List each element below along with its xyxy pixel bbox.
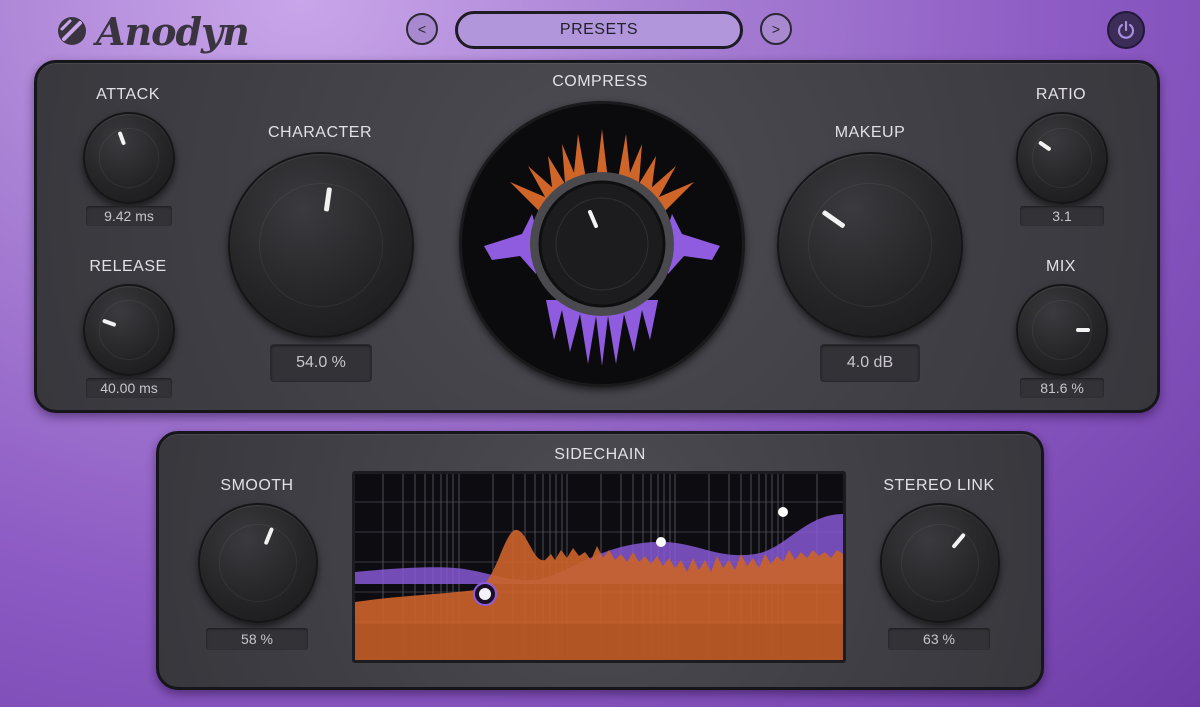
- ratio-knob[interactable]: [1016, 112, 1108, 204]
- prev-preset-button[interactable]: <: [406, 13, 438, 45]
- sidechain-label: SIDECHAIN: [554, 446, 646, 463]
- sidechain-eq-display[interactable]: [352, 471, 846, 663]
- power-button[interactable]: [1107, 11, 1145, 49]
- ratio-value[interactable]: 3.1: [1020, 206, 1104, 226]
- compress-meter-graphic: [484, 129, 720, 366]
- character-label: CHARACTER: [267, 124, 373, 141]
- smooth-value[interactable]: 58 %: [206, 628, 308, 650]
- brand-name: Anodyn: [96, 8, 250, 54]
- character-knob[interactable]: [228, 152, 414, 338]
- presets-label: PRESETS: [559, 21, 639, 38]
- power-icon: [1117, 20, 1135, 39]
- brand-logo: Anodyn: [56, 8, 250, 54]
- chevron-right-icon: >: [771, 21, 781, 37]
- release-knob[interactable]: [83, 284, 175, 376]
- makeup-label: MAKEUP: [834, 124, 906, 141]
- stereo-link-label: STEREO LINK: [883, 477, 995, 494]
- makeup-knob[interactable]: [777, 152, 963, 338]
- chevron-left-icon: <: [417, 21, 427, 37]
- ratio-label: RATIO: [1035, 86, 1087, 103]
- logo-icon: [58, 17, 86, 45]
- presets-selector[interactable]: PRESETS: [455, 11, 743, 49]
- release-value[interactable]: 40.00 ms: [86, 378, 172, 398]
- character-value[interactable]: 54.0 %: [270, 344, 372, 382]
- attack-value[interactable]: 9.42 ms: [86, 206, 172, 226]
- release-label: RELEASE: [89, 258, 167, 275]
- compress-meter: [459, 101, 745, 387]
- mix-value[interactable]: 81.6 %: [1020, 378, 1104, 398]
- stereo-link-knob[interactable]: [880, 503, 1000, 623]
- smooth-label: SMOOTH: [220, 477, 294, 494]
- mix-label: MIX: [1046, 258, 1076, 275]
- compress-label: COMPRESS: [552, 73, 648, 90]
- attack-knob[interactable]: [83, 112, 175, 204]
- mix-knob[interactable]: [1016, 284, 1108, 376]
- next-preset-button[interactable]: >: [760, 13, 792, 45]
- sidechain-spectrum: [355, 474, 843, 660]
- makeup-value[interactable]: 4.0 dB: [820, 344, 920, 382]
- smooth-knob[interactable]: [198, 503, 318, 623]
- stereo-link-value[interactable]: 63 %: [888, 628, 990, 650]
- attack-label: ATTACK: [96, 86, 160, 103]
